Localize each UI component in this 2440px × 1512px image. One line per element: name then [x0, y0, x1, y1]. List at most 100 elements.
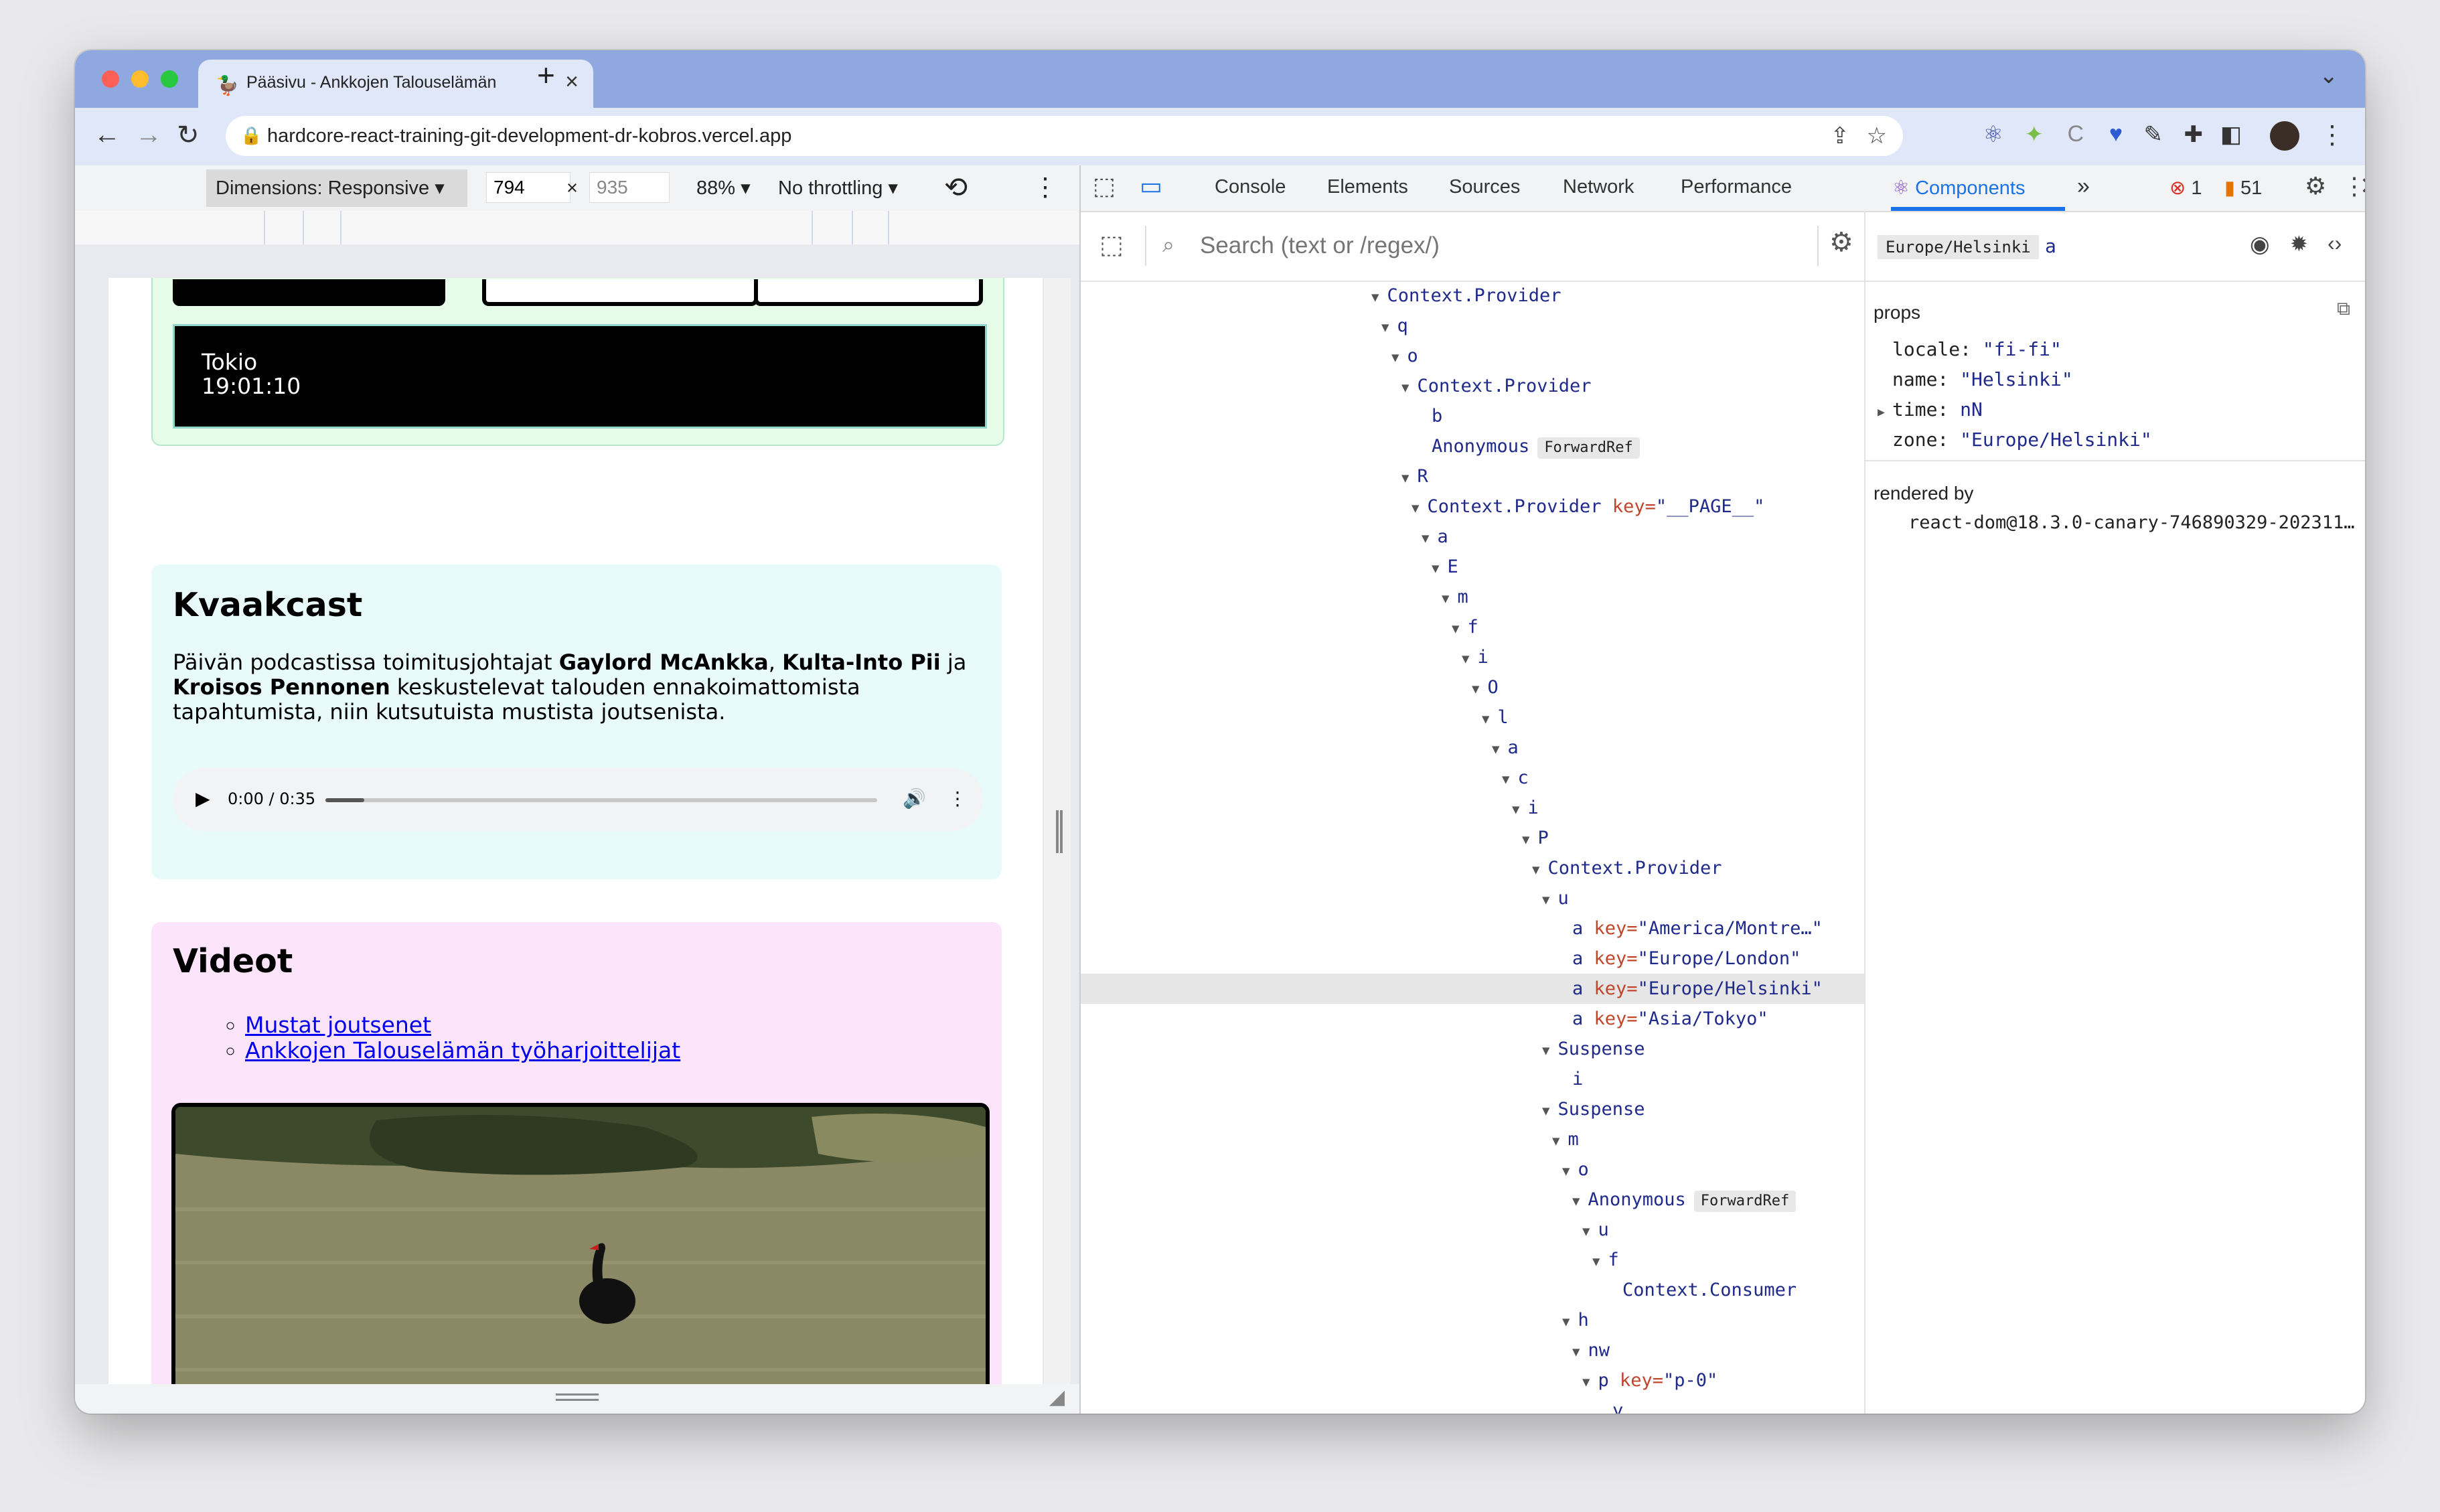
expand-arrow-icon[interactable]: ▼: [1542, 1043, 1549, 1058]
share-icon[interactable]: ⇪: [1831, 123, 1850, 149]
video-link[interactable]: Mustat joutsenet: [245, 1012, 431, 1038]
new-tab-button[interactable]: +: [537, 57, 555, 93]
expand-arrow-icon[interactable]: ▼: [1502, 772, 1509, 787]
prop-value[interactable]: "Helsinki": [1960, 368, 2073, 390]
tree-node[interactable]: b: [1081, 401, 1864, 431]
expand-arrow-icon[interactable]: ▼: [1512, 802, 1519, 817]
tab-performance[interactable]: Performance: [1681, 176, 1792, 198]
select-component-icon[interactable]: ⬚: [1099, 230, 1124, 260]
tree-node[interactable]: ▼ f: [1081, 1245, 1864, 1275]
tree-node[interactable]: ▼ P: [1081, 823, 1864, 853]
tree-node[interactable]: ▼ nw: [1081, 1335, 1864, 1365]
tree-node[interactable]: ▼ c: [1081, 763, 1864, 793]
expand-arrow-icon[interactable]: ▼: [1371, 290, 1379, 305]
tree-node[interactable]: ▼ h: [1081, 1305, 1864, 1335]
forward-arrow-icon[interactable]: →: [135, 120, 162, 150]
expand-arrow-icon[interactable]: ▼: [1391, 350, 1399, 365]
viewport-bottom-resize-handle[interactable]: ◢: [75, 1384, 1079, 1414]
tree-node[interactable]: ▼ m: [1081, 1124, 1864, 1154]
inspect-element-icon[interactable]: ⬚: [1093, 172, 1116, 200]
close-window-button[interactable]: [102, 70, 119, 88]
tree-node[interactable]: ▼ u: [1081, 1215, 1864, 1245]
rotate-icon[interactable]: ⟲: [944, 171, 968, 204]
tree-node[interactable]: i: [1081, 1064, 1864, 1094]
tree-node[interactable]: ▼ i: [1081, 642, 1864, 672]
zoom-select[interactable]: 88% ▾: [696, 176, 751, 200]
expand-arrow-icon[interactable]: ▼: [1482, 712, 1489, 727]
tree-node[interactable]: ▼ u: [1081, 883, 1864, 913]
tree-node[interactable]: ▼ l: [1081, 702, 1864, 733]
components-settings-gear-icon[interactable]: ⚙: [1829, 227, 1853, 258]
extensions-puzzle-icon[interactable]: ✚: [2184, 121, 2204, 148]
video-link[interactable]: Ankkojen Talouselämän työharjoittelijat: [245, 1037, 680, 1063]
prop-row[interactable]: ▶ time: nN: [1878, 398, 1983, 421]
expand-arrow-icon[interactable]: ▼: [1562, 1164, 1570, 1179]
back-arrow-icon[interactable]: ←: [94, 120, 121, 150]
expand-arrow-icon[interactable]: ▼: [1401, 471, 1409, 485]
close-devtools-icon[interactable]: ✕: [2360, 172, 2365, 200]
tree-node[interactable]: ▼ R: [1081, 461, 1864, 492]
expand-arrow-icon[interactable]: ▼: [1532, 862, 1539, 877]
copy-props-icon[interactable]: ⧉: [2337, 298, 2350, 320]
expand-arrow-icon[interactable]: ▼: [1522, 832, 1529, 847]
tree-node[interactable]: y: [1081, 1395, 1864, 1414]
tree-node[interactable]: ▼ f: [1081, 612, 1864, 642]
reload-icon[interactable]: ↻: [177, 120, 200, 151]
devtools-settings-gear-icon[interactable]: ⚙: [2305, 172, 2326, 200]
profile-avatar[interactable]: [2270, 121, 2299, 151]
tree-node[interactable]: ▼ O: [1081, 672, 1864, 702]
expand-prop-icon[interactable]: ▶: [1878, 405, 1892, 419]
tree-node[interactable]: ▼ o: [1081, 1154, 1864, 1185]
expand-arrow-icon[interactable]: ▼: [1572, 1194, 1580, 1209]
tree-node[interactable]: ▼ q: [1081, 311, 1864, 341]
tab-elements[interactable]: Elements: [1327, 176, 1408, 198]
extension-leaf-icon[interactable]: ✦: [2025, 121, 2044, 148]
address-bar[interactable]: 🔒 hardcore-react-training-git-developmen…: [226, 116, 1903, 156]
tree-node[interactable]: ▼ Anonymous ForwardRef: [1081, 1185, 1864, 1215]
tree-node[interactable]: Context.Consumer: [1081, 1275, 1864, 1305]
browser-menu-icon[interactable]: ⋮: [2319, 120, 2345, 150]
tree-node[interactable]: ▼ Context.Provider: [1081, 853, 1864, 883]
prop-row[interactable]: zone: "Europe/Helsinki": [1878, 429, 2152, 451]
volume-icon[interactable]: 🔊: [903, 787, 926, 810]
throttling-select[interactable]: No throttling ▾: [778, 176, 898, 200]
tree-node[interactable]: ▼ p key="p-0": [1081, 1365, 1864, 1395]
expand-arrow-icon[interactable]: ▼: [1462, 652, 1469, 666]
audio-progress-bar[interactable]: [325, 798, 877, 802]
expand-arrow-icon[interactable]: ▼: [1582, 1375, 1590, 1389]
width-input[interactable]: 794: [486, 172, 570, 203]
video-player[interactable]: [171, 1103, 990, 1384]
view-source-icon[interactable]: ‹›: [2328, 231, 2342, 256]
more-tabs-icon[interactable]: »: [2077, 173, 2090, 200]
tab-sources[interactable]: Sources: [1449, 176, 1520, 198]
expand-arrow-icon[interactable]: ▼: [1381, 320, 1389, 335]
expand-arrow-icon[interactable]: ▼: [1412, 501, 1419, 516]
tree-node[interactable]: a key="America/Montre…": [1081, 913, 1864, 943]
tree-node[interactable]: ▼ Suspense: [1081, 1034, 1864, 1064]
tab-console[interactable]: Console: [1215, 176, 1286, 198]
debug-bug-icon[interactable]: ✹: [2290, 231, 2308, 256]
prop-row[interactable]: locale: "fi-fi": [1878, 338, 2062, 360]
expand-arrow-icon[interactable]: ▼: [1542, 1104, 1549, 1118]
extension-heart-icon[interactable]: ♥: [2109, 121, 2123, 147]
bookmark-star-icon[interactable]: ☆: [1867, 123, 1887, 149]
owner-breadcrumb[interactable]: Europe/Helsinki: [1878, 235, 2039, 259]
react-devtools-extension-icon[interactable]: ⚛: [1983, 121, 2003, 148]
tree-node[interactable]: Anonymous ForwardRef: [1081, 431, 1864, 461]
component-search-input[interactable]: [1199, 227, 1804, 264]
tree-node[interactable]: ▼ Context.Provider: [1081, 281, 1864, 311]
expand-arrow-icon[interactable]: ▼: [1422, 531, 1429, 546]
extension-pen-icon[interactable]: ✎: [2144, 121, 2163, 148]
tree-node[interactable]: ▼ E: [1081, 552, 1864, 582]
inspect-dom-eye-icon[interactable]: ◉: [2250, 231, 2270, 258]
tree-node[interactable]: a key="Europe/London": [1081, 943, 1864, 974]
close-tab-icon[interactable]: ×: [565, 69, 579, 95]
side-panel-icon[interactable]: ◧: [2220, 121, 2242, 148]
expand-arrow-icon[interactable]: ▼: [1572, 1345, 1580, 1359]
prop-row[interactable]: name: "Helsinki": [1878, 368, 2073, 390]
tree-node[interactable]: ▼ i: [1081, 793, 1864, 823]
expand-arrow-icon[interactable]: ▼: [1552, 1134, 1559, 1148]
tab-search-chevron-icon[interactable]: ⌄: [2319, 62, 2339, 89]
dimensions-select[interactable]: Dimensions: Responsive ▾: [216, 176, 445, 200]
viewport-resize-grip[interactable]: [1056, 810, 1063, 853]
